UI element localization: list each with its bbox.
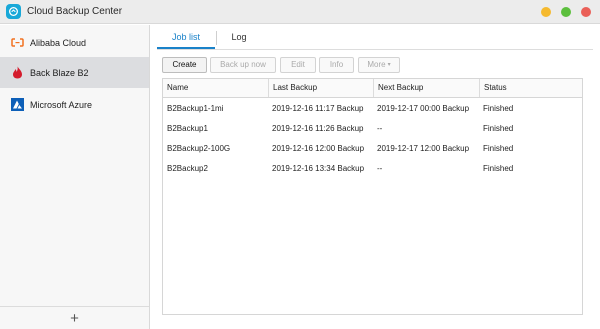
column-header-last-backup[interactable]: Last Backup — [268, 79, 373, 97]
column-header-status[interactable]: Status — [479, 79, 582, 97]
cell-last-backup: 2019-12-16 12:00 Backup — [272, 144, 365, 153]
sidebar-item-label: Back Blaze B2 — [30, 67, 89, 78]
cell-last-backup: 2019-12-16 11:26 Backup — [272, 124, 364, 133]
cell-next-backup: -- — [377, 124, 383, 133]
job-table: Name Last Backup Next Backup Status B2Ba… — [162, 78, 583, 315]
title-bar: Cloud Backup Center — [0, 0, 600, 24]
sidebar-footer: + — [0, 306, 149, 329]
column-header-next-backup[interactable]: Next Backup — [373, 79, 479, 97]
minimize-button[interactable] — [541, 7, 551, 17]
close-button[interactable] — [581, 7, 591, 17]
add-cloud-button[interactable]: + — [70, 311, 79, 326]
cell-name: B2Backup1 — [167, 124, 208, 133]
tab-bar: Job list Log — [157, 28, 593, 50]
window-title: Cloud Backup Center — [27, 6, 123, 17]
cloud-backup-app-icon — [6, 4, 21, 19]
sidebar-item-back-blaze-b2[interactable]: Back Blaze B2 — [0, 57, 149, 88]
chevron-down-icon: ▾ — [387, 62, 391, 68]
tab-job-list[interactable]: Job list — [157, 28, 215, 49]
column-header-name[interactable]: Name — [163, 79, 268, 97]
alibaba-cloud-icon — [11, 36, 24, 49]
sidebar: Alibaba Cloud Back Blaze B2 Microsoft Az… — [0, 25, 150, 329]
sidebar-item-alibaba-cloud[interactable]: Alibaba Cloud — [0, 27, 149, 58]
cell-status: Finished — [483, 164, 514, 173]
cell-name: B2Backup2 — [167, 164, 208, 173]
cell-next-backup: -- — [377, 164, 383, 173]
table-row[interactable]: B2Backup1-1mi 2019-12-16 11:17 Backup 20… — [163, 99, 582, 119]
cell-next-backup: 2019-12-17 12:00 Backup — [377, 144, 470, 153]
cell-last-backup: 2019-12-16 11:17 Backup — [272, 104, 364, 113]
cell-status: Finished — [483, 144, 514, 153]
more-label: More — [367, 60, 386, 69]
tab-log[interactable]: Log — [217, 28, 261, 49]
cell-name: B2Backup1-1mi — [167, 104, 224, 113]
table-header: Name Last Backup Next Backup Status — [163, 79, 582, 98]
info-button[interactable]: Info — [319, 57, 354, 73]
edit-button[interactable]: Edit — [280, 57, 316, 73]
create-button[interactable]: Create — [162, 57, 207, 73]
maximize-button[interactable] — [561, 7, 571, 17]
more-dropdown-button[interactable]: More ▾ — [358, 57, 400, 73]
cell-status: Finished — [483, 104, 514, 113]
azure-icon — [11, 98, 24, 111]
cell-last-backup: 2019-12-16 13:34 Backup — [272, 164, 365, 173]
table-row[interactable]: B2Backup2-100G 2019-12-16 12:00 Backup 2… — [163, 139, 582, 159]
sidebar-item-label: Alibaba Cloud — [30, 37, 87, 48]
backblaze-flame-icon — [11, 66, 24, 79]
table-row[interactable]: B2Backup1 2019-12-16 11:26 Backup -- Fin… — [163, 119, 582, 139]
sidebar-item-label: Microsoft Azure — [30, 99, 93, 110]
cell-next-backup: 2019-12-17 00:00 Backup — [377, 104, 470, 113]
cell-status: Finished — [483, 124, 514, 133]
cell-name: B2Backup2-100G — [167, 144, 231, 153]
back-up-now-button[interactable]: Back up now — [210, 57, 276, 73]
sidebar-item-microsoft-azure[interactable]: Microsoft Azure — [0, 89, 149, 120]
table-row[interactable]: B2Backup2 2019-12-16 13:34 Backup -- Fin… — [163, 159, 582, 179]
